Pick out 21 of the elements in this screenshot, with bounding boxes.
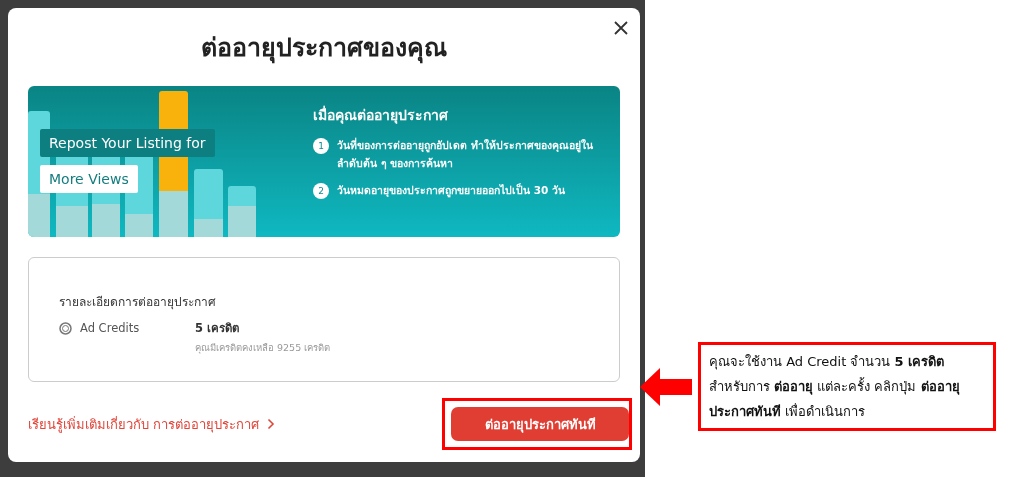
chevron-right-icon	[267, 418, 276, 430]
arrow-icon	[640, 367, 692, 406]
bar	[194, 169, 223, 237]
dialog-title: ต่ออายุประกาศของคุณ	[200, 32, 448, 66]
renew-button[interactable]: ต่ออายุประกาศทันที	[451, 407, 629, 441]
step-text: วันหมดอายุของประกาศถูกขยายออกไปเป็น 30 วัน	[337, 182, 565, 199]
headline-label: More Views	[40, 165, 138, 193]
step-text: วันที่ของการต่ออายุถูกอัปเดต ทำให้ประกาศของคุณอยู่ในลำดับต้น ๆ ของการค้นหา	[337, 136, 594, 172]
step-number: 1	[313, 138, 329, 154]
credit-balance: คุณมีเครดิตคงเหลือ 9255 เครดิต	[195, 341, 331, 355]
credit-amount: 5 เครดิต	[195, 320, 240, 337]
credit-label: Ad Credits	[80, 321, 140, 335]
banner-heading: เมื่อคุณต่ออายุประกาศ	[313, 104, 449, 126]
coin-icon	[59, 321, 72, 335]
headline-label: Repost Your Listing for	[40, 129, 215, 157]
step-number: 2	[313, 183, 329, 199]
learn-more-link[interactable]: เรียนรู้เพิ่มเติมเกี่ยวกับ การต่ออายุประกาศ	[28, 413, 276, 435]
annotation-note: คุณจะใช้งาน Ad Credit จำนวน 5 เครดิต สำหรับการ ต่ออายุ แต่ละครั้ง คลิกปุ่ม ต่ออายุประกาศทันที เพื่อดำเนินการ	[698, 342, 996, 431]
details-title: รายละเอียดการต่ออายุประกาศ	[59, 294, 217, 311]
close-icon[interactable]	[614, 21, 628, 35]
bar	[228, 186, 256, 237]
